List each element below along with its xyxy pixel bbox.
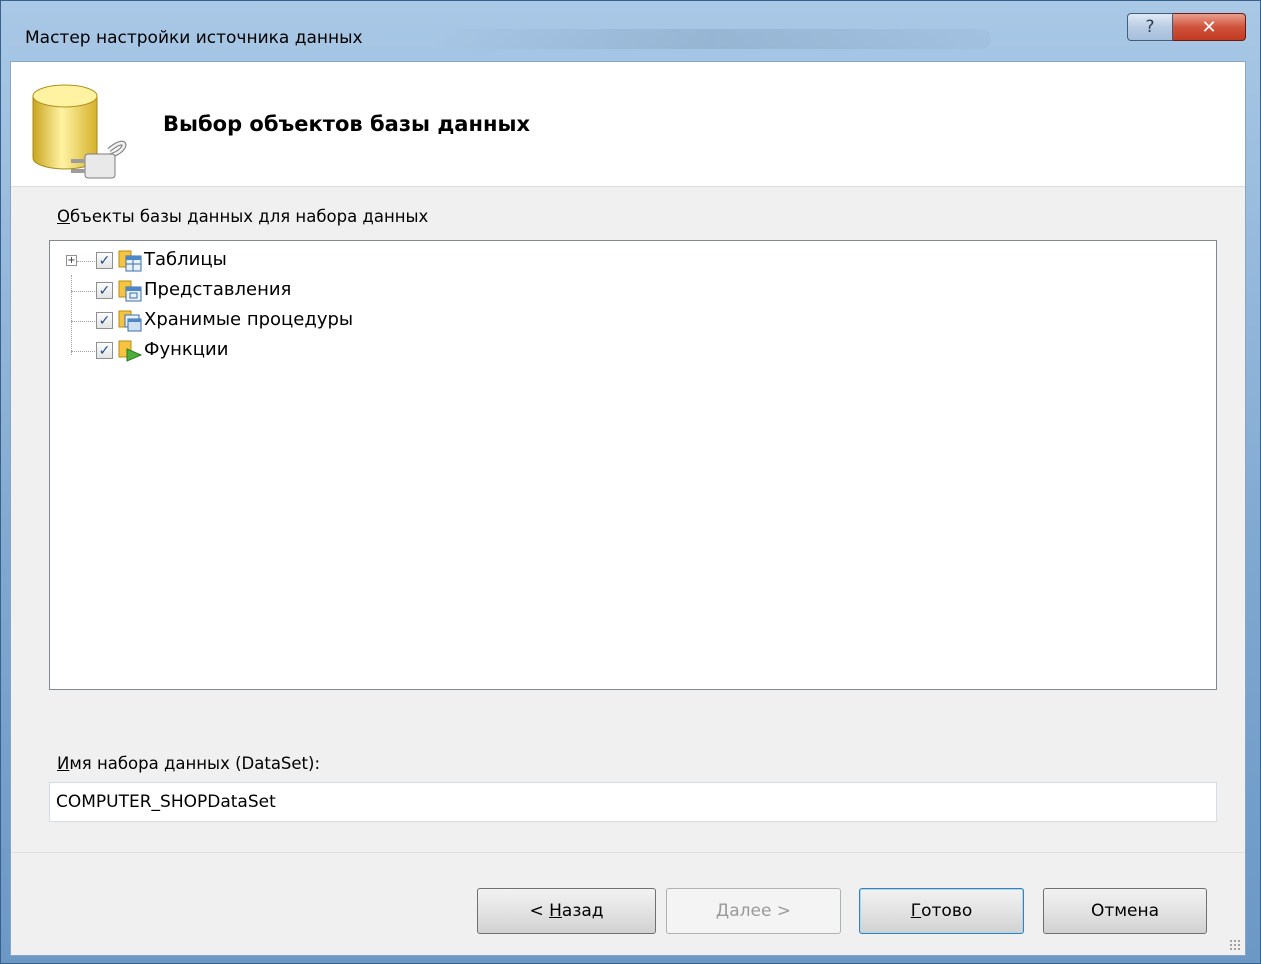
tree-item-label: Хранимые процедуры [144, 309, 354, 330]
tree-connector [71, 321, 95, 322]
finish-button[interactable]: Готово [859, 888, 1024, 934]
cancel-button-label: Отмена [1090, 901, 1160, 921]
function-icon [118, 340, 142, 362]
close-button[interactable]: ✕ [1173, 13, 1246, 41]
dataset-name-label-text: мя набора данных (DataSet): [69, 754, 321, 773]
resize-grip-icon[interactable] [1229, 939, 1241, 951]
close-icon: ✕ [1201, 16, 1217, 38]
stored-procedure-icon [118, 310, 142, 332]
next-button-label: алее > [729, 901, 792, 921]
tree-item-checkbox[interactable]: ✓ [96, 312, 113, 329]
back-button-accesskey: Н [549, 901, 562, 921]
tree-item-checkbox[interactable]: ✓ [96, 342, 113, 359]
cancel-button[interactable]: Отмена [1043, 888, 1207, 934]
finish-button-accesskey: Г [910, 901, 922, 921]
objects-label: Объекты базы данных для набора данных [57, 207, 428, 226]
tree-item-label: Представления [144, 279, 292, 300]
next-button-accesskey: Д [715, 901, 730, 921]
database-objects-tree[interactable]: + ✓ Таблицы ✓ Представления ✓ Хранимые п… [49, 240, 1217, 690]
objects-label-text: бъекты базы данных для набора данных [70, 207, 429, 226]
dialog-client-area: Выбор объектов базы данных Объекты базы … [10, 61, 1246, 956]
back-button[interactable]: < Назад [477, 888, 656, 934]
checkmark-icon: ✓ [98, 312, 111, 329]
dataset-name-label-accesskey: И [57, 754, 70, 773]
view-icon [118, 280, 142, 302]
objects-label-accesskey: О [57, 207, 70, 226]
back-button-prefix: < [529, 901, 550, 921]
expand-icon[interactable]: + [66, 255, 77, 266]
back-button-label: азад [561, 901, 604, 921]
wizard-window: Мастер настройки источника данных ? ✕ Вы… [0, 0, 1261, 964]
tree-connector [77, 261, 95, 262]
checkmark-icon: ✓ [98, 342, 111, 359]
tree-item-checkbox[interactable]: ✓ [96, 282, 113, 299]
footer-divider [11, 852, 1245, 853]
tree-connector [71, 291, 95, 292]
finish-button-label: отово [921, 901, 973, 921]
title-bar-blurred-text [431, 29, 991, 49]
checkmark-icon: ✓ [98, 282, 111, 299]
help-icon: ? [1145, 17, 1155, 37]
dataset-name-input[interactable] [49, 782, 1217, 822]
tree-item-label: Таблицы [144, 249, 227, 270]
page-title: Выбор объектов базы данных [163, 112, 531, 136]
table-icon [118, 250, 142, 272]
wizard-header: Выбор объектов базы данных [11, 62, 1245, 187]
dataset-name-label: Имя набора данных (DataSet): [57, 754, 320, 773]
next-button[interactable]: Далее > [666, 888, 841, 934]
tree-item-checkbox[interactable]: ✓ [96, 252, 113, 269]
tree-connector [71, 351, 95, 352]
tree-item-label: Функции [144, 339, 229, 360]
help-button[interactable]: ? [1127, 13, 1173, 41]
tree-connector-vertical [71, 275, 72, 355]
database-connection-icon [32, 84, 127, 179]
caption-buttons: ? ✕ [1127, 13, 1246, 43]
checkmark-icon: ✓ [98, 252, 111, 269]
title-bar[interactable]: Мастер настройки источника данных ? ✕ [1, 1, 1260, 61]
window-title: Мастер настройки источника данных [25, 28, 363, 48]
